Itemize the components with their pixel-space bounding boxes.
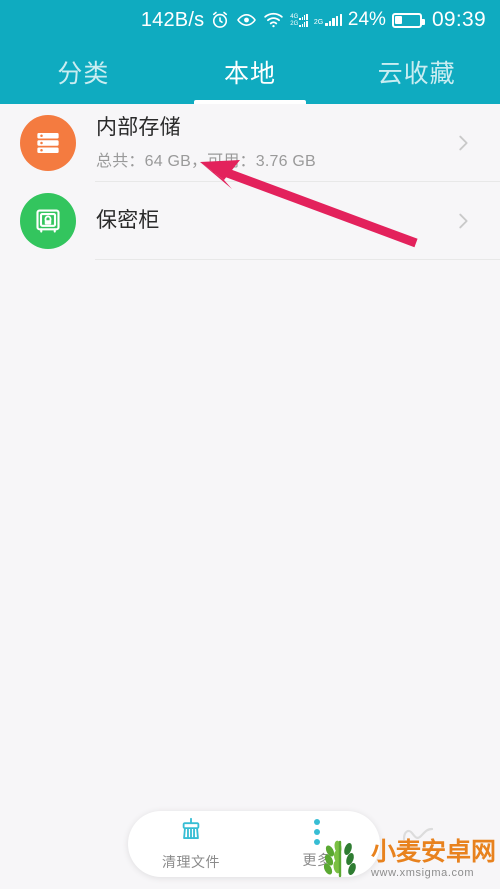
- signal-2g-label-lower: 2G: [290, 20, 299, 27]
- watermark-url: www.xmsigma.com: [370, 867, 475, 879]
- tab-local-label: 本地: [224, 60, 277, 88]
- watermark: 小麦安卓网 www.xmsigma.com: [320, 836, 496, 883]
- list-item-secure-vault[interactable]: 保密柜: [0, 182, 500, 260]
- signal-2g-icon: 2G: [314, 14, 342, 26]
- network-speed-label: 142B/s: [140, 8, 205, 31]
- list-item-internal-storage[interactable]: 内部存储 总共：64 GB，可用：3.76 GB: [0, 104, 500, 182]
- alarm-icon: [210, 10, 230, 30]
- storage-list: 内部存储 总共：64 GB，可用：3.76 GB 保密柜: [0, 104, 500, 260]
- tab-categories[interactable]: 分类: [0, 40, 167, 104]
- tab-cloud-favorites-label: 云收藏: [377, 60, 456, 88]
- signal-2g-label: 2G: [313, 19, 324, 26]
- bottom-action-clean-files[interactable]: 清理文件: [128, 816, 254, 872]
- status-bar: 142B/s 4G 2G 2G 24% 09:39: [0, 0, 500, 40]
- tab-local[interactable]: 本地: [167, 40, 334, 104]
- watermark-title: 小麦安卓网: [370, 838, 496, 866]
- broom-icon: [178, 816, 204, 847]
- clean-files-label: 清理文件: [162, 854, 220, 870]
- watermark-text: 小麦安卓网 www.xmsigma.com: [371, 840, 496, 879]
- safe-lock-icon: [20, 193, 76, 249]
- battery-percent-label: 24%: [347, 9, 386, 30]
- clock-label: 09:39: [431, 8, 486, 31]
- internal-storage-title: 内部存储: [96, 116, 181, 140]
- tab-cloud-favorites[interactable]: 云收藏: [333, 40, 500, 104]
- internal-storage-text: 内部存储 总共：64 GB，可用：3.76 GB: [96, 115, 452, 170]
- tab-categories-label: 分类: [57, 60, 110, 88]
- list-divider: [95, 259, 500, 260]
- secure-vault-text: 保密柜: [96, 208, 452, 234]
- signal-4g-label: 4G: [290, 13, 299, 20]
- eye-icon: [236, 10, 257, 30]
- internal-storage-subtitle: 总共：64 GB，可用：3.76 GB: [96, 152, 316, 170]
- tab-bar: 分类 本地 云收藏: [0, 40, 500, 104]
- battery-fill: [395, 16, 402, 24]
- wheat-logo-icon: [320, 836, 366, 883]
- wifi-icon: [263, 11, 284, 29]
- dual-sim-4g-icon: 4G 2G: [290, 13, 308, 27]
- chevron-right-icon[interactable]: [452, 210, 474, 232]
- secure-vault-title: 保密柜: [96, 208, 160, 232]
- battery-icon: [391, 12, 425, 28]
- chevron-right-icon[interactable]: [452, 132, 474, 154]
- storage-stack-icon: [20, 115, 76, 171]
